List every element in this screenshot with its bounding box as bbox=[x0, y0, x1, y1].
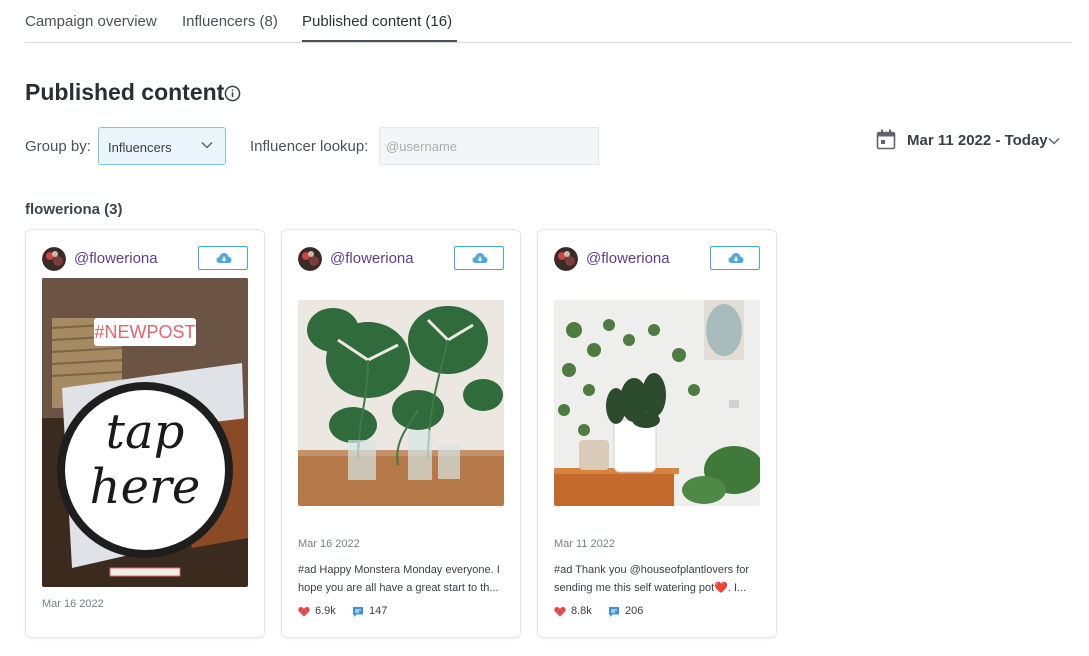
avatar bbox=[42, 247, 66, 271]
heart-icon bbox=[554, 607, 566, 617]
post-date: Mar 11 2022 bbox=[554, 538, 615, 550]
calendar-icon bbox=[876, 129, 896, 150]
influencer-handle[interactable]: @floweriona bbox=[586, 250, 670, 267]
tab-campaign-overview[interactable]: Campaign overview bbox=[25, 13, 157, 30]
tab-influencers[interactable]: Influencers (8) bbox=[182, 13, 278, 30]
cloud-download-icon bbox=[472, 253, 488, 263]
active-tab-indicator bbox=[302, 40, 457, 42]
likes-count: 8.8k bbox=[571, 605, 592, 617]
page-title: Published content bbox=[25, 79, 225, 105]
comment-icon bbox=[609, 607, 619, 617]
date-range-value: Mar 11 2022 - Today bbox=[907, 132, 1048, 149]
content-card[interactable]: @floweriona #NEWPOST tap here Mar 16 202… bbox=[25, 229, 265, 638]
avatar bbox=[554, 247, 578, 271]
cloud-download-icon bbox=[728, 253, 744, 263]
chevron-down-icon bbox=[201, 141, 213, 149]
comments-count: 147 bbox=[369, 605, 388, 617]
caption-line: #ad Thank you @houseofplantlovers for bbox=[554, 564, 750, 576]
download-button[interactable] bbox=[198, 246, 248, 270]
story-image[interactable]: #NEWPOST tap here bbox=[42, 278, 248, 587]
tab-published-content[interactable]: Published content (16) bbox=[302, 13, 452, 30]
post-image[interactable] bbox=[554, 300, 760, 506]
post-date: Mar 16 2022 bbox=[298, 538, 360, 550]
caption-line: hope you are all have a great start to t… bbox=[298, 582, 499, 594]
info-circle-icon[interactable] bbox=[224, 85, 241, 102]
post-caption: #ad Happy Monstera Monday everyone. I ho… bbox=[298, 561, 508, 597]
comment-icon bbox=[353, 607, 363, 617]
caption-line: sending me this self watering pot❤️. I..… bbox=[554, 582, 747, 594]
influencer-lookup-input[interactable] bbox=[379, 127, 599, 165]
tab-bar: Campaign overview Influencers (8) Publis… bbox=[25, 0, 1072, 43]
avatar bbox=[298, 247, 322, 271]
influencer-lookup-label: Influencer lookup: bbox=[250, 138, 369, 155]
post-image[interactable] bbox=[298, 300, 504, 506]
influencer-handle[interactable]: @floweriona bbox=[330, 250, 414, 267]
chevron-down-icon bbox=[1048, 137, 1060, 145]
influencer-handle[interactable]: @floweriona bbox=[74, 250, 158, 267]
comments-count: 206 bbox=[625, 605, 644, 617]
story-tag: #NEWPOST bbox=[94, 322, 195, 342]
content-card[interactable]: @floweriona Mar 11 2022 #ad Thank you @h… bbox=[537, 229, 777, 638]
group-by-label: Group by: bbox=[25, 138, 91, 155]
group-by-select[interactable]: Influencers bbox=[98, 127, 226, 165]
story-text-here: here bbox=[90, 459, 201, 515]
download-button[interactable] bbox=[710, 246, 760, 270]
heart-icon bbox=[298, 607, 310, 617]
post-caption: #ad Thank you @houseofplantlovers for se… bbox=[554, 561, 764, 597]
post-date: Mar 16 2022 bbox=[42, 598, 104, 610]
group-heading: floweriona (3) bbox=[25, 201, 123, 218]
story-text-tap: tap bbox=[106, 404, 185, 460]
content-card[interactable]: @floweriona Mar 16 2022 #ad Happy Monste… bbox=[281, 229, 521, 638]
likes-count: 6.9k bbox=[315, 605, 336, 617]
download-button[interactable] bbox=[454, 246, 504, 270]
group-by-value: Influencers bbox=[108, 140, 172, 155]
cloud-download-icon bbox=[216, 253, 232, 263]
caption-line: #ad Happy Monstera Monday everyone. I bbox=[298, 564, 500, 576]
